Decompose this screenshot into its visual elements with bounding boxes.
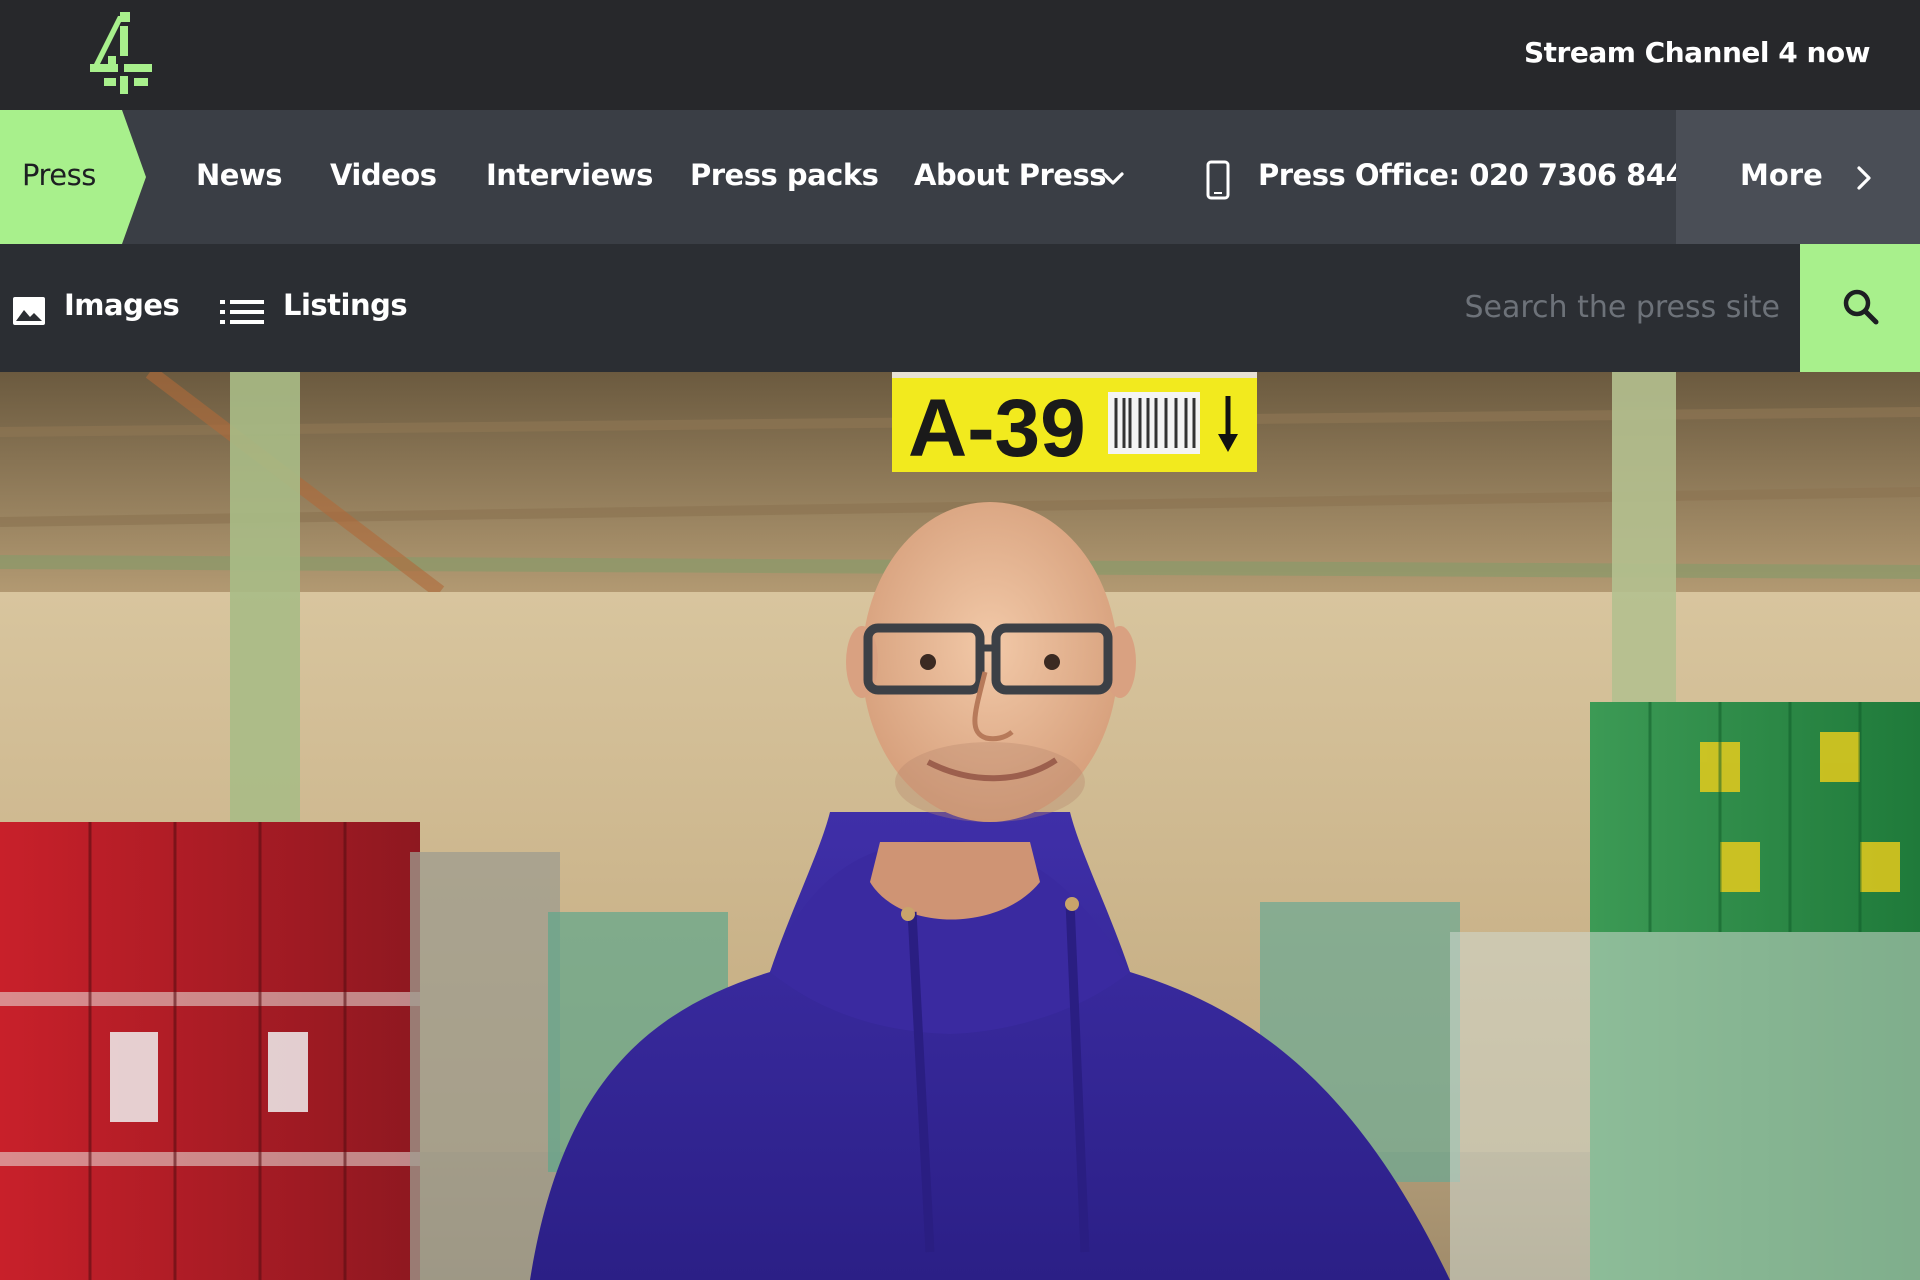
hero-illustration: A-39 xyxy=(0,372,1920,1280)
nav-item-about-press[interactable]: About Press xyxy=(914,158,1106,192)
images-link[interactable]: Images xyxy=(64,288,180,322)
aisle-sign-text: A-39 xyxy=(908,383,1086,474)
image-icon[interactable] xyxy=(12,296,46,326)
chevron-down-icon[interactable] xyxy=(1100,166,1126,192)
channel4-logo[interactable] xyxy=(90,12,152,94)
phone-icon xyxy=(1206,160,1230,200)
press-office-phone[interactable]: Press Office: 020 7306 8444 xyxy=(1258,158,1705,192)
listings-link[interactable]: Listings xyxy=(283,288,408,322)
tab-press-label: Press xyxy=(22,158,96,192)
top-bar: Stream Channel 4 now xyxy=(0,0,1920,110)
nav-item-videos[interactable]: Videos xyxy=(330,158,437,192)
more-label: More xyxy=(1740,158,1823,192)
search-button[interactable] xyxy=(1800,244,1920,372)
more-button[interactable]: More xyxy=(1676,110,1920,244)
nav-item-news[interactable]: News xyxy=(196,158,283,192)
chevron-right-icon xyxy=(1857,166,1871,190)
main-nav: Press News Videos Interviews Press packs… xyxy=(0,110,1920,244)
tab-press[interactable]: Press xyxy=(0,110,146,244)
nav-item-interviews[interactable]: Interviews xyxy=(486,158,653,192)
stream-channel4-link[interactable]: Stream Channel 4 now xyxy=(1524,36,1871,69)
search-icon xyxy=(1843,289,1879,325)
sub-nav: Images Listings xyxy=(0,244,1920,372)
search-input[interactable] xyxy=(1300,274,1780,340)
hero-image: A-39 xyxy=(0,372,1920,1280)
list-icon[interactable] xyxy=(220,298,264,326)
nav-item-press-packs[interactable]: Press packs xyxy=(690,158,879,192)
